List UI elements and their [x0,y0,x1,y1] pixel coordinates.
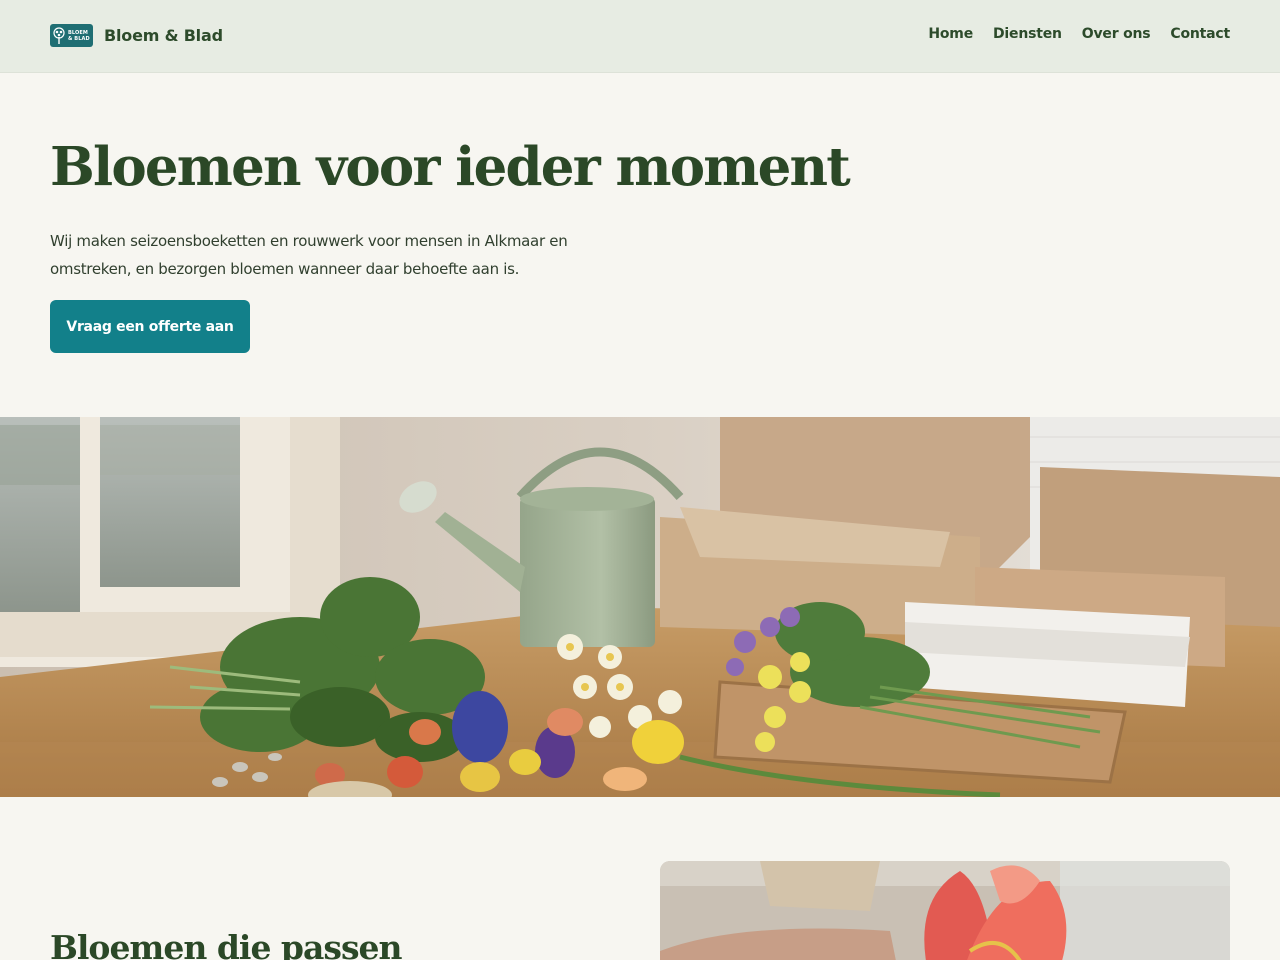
main-nav: Home Diensten Over ons Contact [928,26,1230,42]
tree-icon [53,26,65,44]
hero-title: Bloemen voor ieder moment [50,136,851,198]
nav-diensten[interactable]: Diensten [993,26,1062,42]
tulip-photo [660,861,1230,960]
nav-contact[interactable]: Contact [1170,26,1230,42]
logo-link[interactable]: BLOEM & BLAD Bloem & Blad [50,24,223,47]
hero-image [0,417,1280,797]
logo-text-line2: & BLAD [68,35,90,42]
tulip-closeup-illustration [660,861,1230,960]
logo-wordmark: BLOEM & BLAD [68,30,90,42]
hero-description: Wij maken seizoensboeketten en rouwwerk … [50,232,568,278]
florist-workbench-illustration [0,417,1280,797]
nav-home[interactable]: Home [928,26,973,42]
nav-over-ons[interactable]: Over ons [1082,26,1151,42]
brand-name: Bloem & Blad [104,26,223,45]
site-header: BLOEM & BLAD Bloem & Blad Home Diensten … [0,0,1280,73]
quote-request-button[interactable]: Vraag een offerte aan [50,300,250,353]
section-title: Bloemen die passen [50,928,403,960]
logo-badge: BLOEM & BLAD [50,24,93,47]
